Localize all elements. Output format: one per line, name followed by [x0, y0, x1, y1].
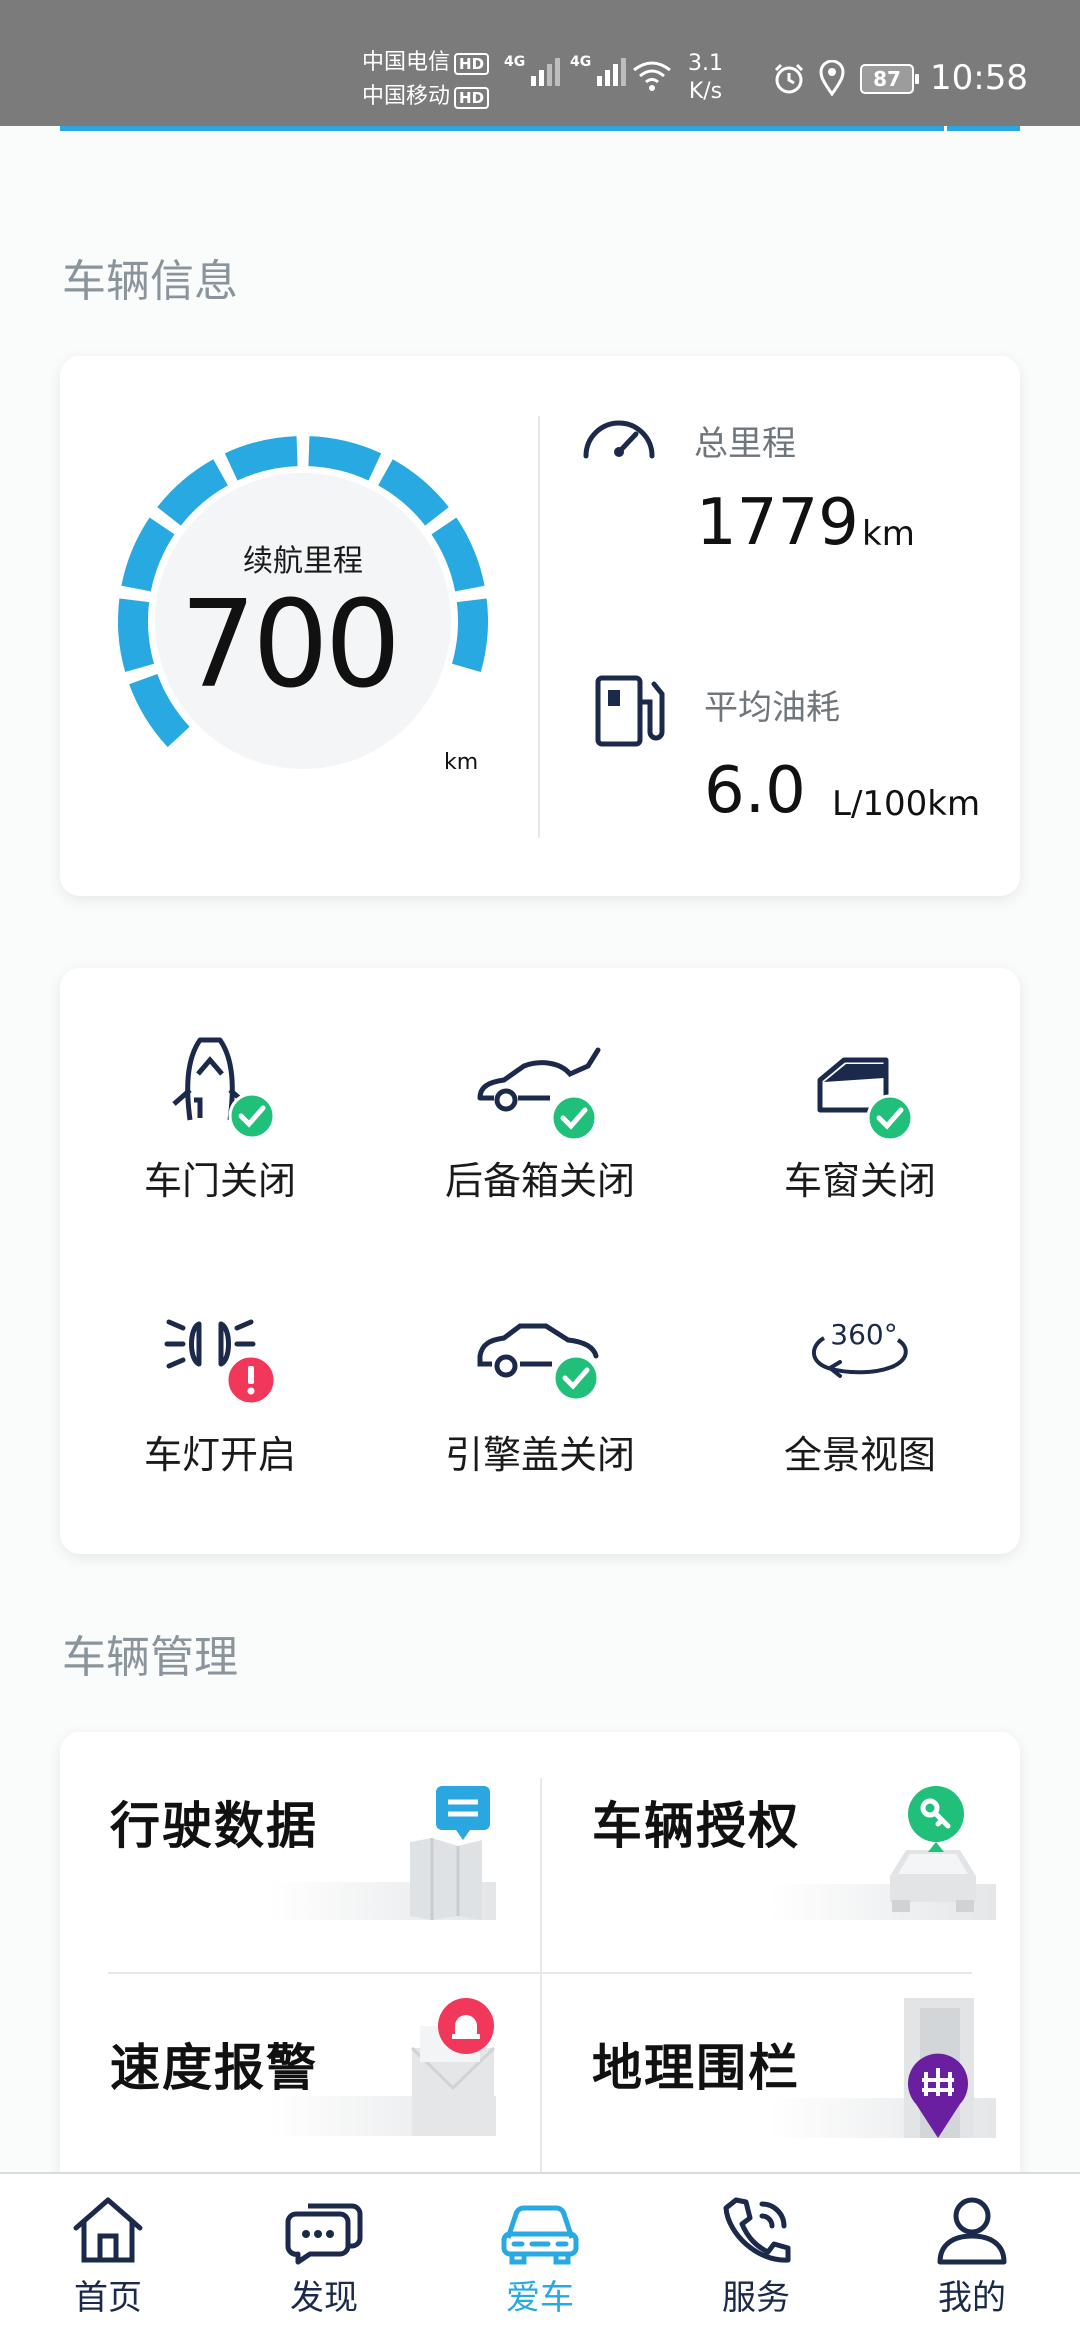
hd-badge: HD [454, 87, 490, 109]
avg-fuel-label: 平均油耗 [704, 688, 840, 728]
geofence-icon [770, 1998, 996, 2138]
panorama-360-text: 360° [830, 1318, 897, 1351]
chat-bubbles-icon [285, 2203, 363, 2265]
nav-mycar-label: 爱车 [506, 2278, 574, 2318]
section-title-vehicle-info: 车辆信息 [62, 256, 238, 307]
mgmt-geofence[interactable]: 地理围栏 [542, 1974, 1020, 2202]
gauge-segment [451, 598, 488, 672]
hd-badge: HD [454, 53, 490, 75]
status-window-label: 车窗关闭 [783, 1159, 936, 1203]
car-light-icon [164, 1319, 277, 1406]
car-hood-icon [477, 1323, 600, 1402]
status-bar: 中国电信 HD 中国移动 HD 4G 4G 3.1 K/s 87 10:58 [0, 0, 1080, 126]
total-mileage-value: 1779 [696, 486, 859, 560]
nav-discover-label: 发现 [290, 2278, 358, 2318]
location-icon [819, 60, 845, 96]
fuel-pump-icon [595, 675, 665, 747]
clock: 10:58 [930, 58, 1028, 98]
mgmt-geofence-label: 地理围栏 [592, 2039, 800, 2097]
status-hood-label: 引擎盖关闭 [444, 1433, 635, 1477]
panorama-360-icon: 360° [812, 1318, 908, 1378]
vehicle-status-card: 车门关闭 后备箱关闭 车窗关闭 车灯开启 引擎盖关闭 360° 全景视图 [60, 968, 1020, 1554]
alarm-mail-icon [270, 1998, 496, 2136]
car-icon [501, 2205, 579, 2265]
nav-profile-label: 我的 [938, 2278, 1006, 2318]
nav-service[interactable]: 服务 [686, 2194, 826, 2319]
status-panorama[interactable]: 360° 全景视图 [700, 1304, 1020, 1479]
car-window-icon [817, 1057, 914, 1140]
car-key-icon [770, 1786, 996, 1920]
status-window[interactable]: 车窗关闭 [700, 1030, 1020, 1205]
network-speed: 3.1 K/s [688, 51, 723, 104]
total-mileage-label: 总里程 [694, 424, 796, 464]
nav-service-label: 服务 [722, 2278, 790, 2318]
carrier-2: 中国移动 [362, 84, 451, 109]
nav-mycar[interactable]: 爱车 [470, 2194, 610, 2319]
status-door[interactable]: 车门关闭 [60, 1030, 380, 1205]
person-icon [937, 2197, 1007, 2265]
total-mileage-unit: km [862, 514, 915, 554]
status-door-label: 车门关闭 [143, 1159, 296, 1203]
gauge-segment [308, 436, 382, 481]
mgmt-vehicle-auth-label: 车辆授权 [592, 1797, 800, 1855]
signal-icon: 4G [504, 54, 561, 86]
vehicle-mgmt-card: 行驶数据 车辆授权 速度报警 地理围栏 [60, 1732, 1020, 2202]
gauge-segment [224, 436, 298, 481]
range-unit: km [444, 750, 479, 775]
battery-indicator: 87 [860, 64, 919, 94]
status-light[interactable]: 车灯开启 [60, 1304, 380, 1479]
mgmt-driving-data[interactable]: 行驶数据 [60, 1732, 540, 1972]
bottom-nav: 首页 发现 爱车 服务 我的 [0, 2172, 1080, 2340]
status-trunk-label: 后备箱关闭 [444, 1159, 635, 1203]
map-message-icon [270, 1786, 496, 1920]
car-door-icon [172, 1037, 276, 1140]
range-label: 续航里程 [243, 544, 363, 579]
carrier-info: 中国电信 HD 中国移动 HD [362, 46, 490, 114]
avg-fuel-value: 6.0 [704, 754, 806, 828]
nav-home[interactable]: 首页 [38, 2194, 178, 2319]
divider [538, 416, 540, 838]
status-hood[interactable]: 引擎盖关闭 [380, 1304, 700, 1479]
speedometer-icon [583, 420, 655, 459]
car-trunk-icon [477, 1047, 601, 1140]
section-title-vehicle-mgmt: 车辆管理 [62, 1632, 238, 1683]
status-panorama-label: 全景视图 [783, 1433, 936, 1477]
avg-fuel-unit: L/100km [832, 784, 981, 824]
nav-home-label: 首页 [74, 2278, 142, 2318]
gauge-segment [117, 598, 155, 672]
range-gauge: 续航里程 700 km [117, 436, 488, 806]
range-value: 700 [180, 576, 401, 715]
carrier-1: 中国电信 [362, 50, 451, 75]
alarm-icon [774, 63, 804, 94]
nav-profile[interactable]: 我的 [902, 2194, 1042, 2319]
mgmt-speed-alarm[interactable]: 速度报警 [60, 1974, 540, 2202]
phone-icon [723, 2197, 791, 2263]
mgmt-vehicle-auth[interactable]: 车辆授权 [542, 1732, 1020, 1972]
wifi-icon [633, 61, 671, 91]
vehicle-info-card: 续航里程 700 km 总里程 1779 km 平均油耗 6.0 L/100km [60, 356, 1020, 896]
status-light-label: 车灯开启 [143, 1433, 296, 1477]
home-icon [73, 2197, 143, 2263]
signal-icon: 4G [570, 54, 627, 86]
nav-discover[interactable]: 发现 [254, 2194, 394, 2319]
status-trunk[interactable]: 后备箱关闭 [380, 1030, 700, 1205]
tab-indicator [60, 126, 1020, 131]
